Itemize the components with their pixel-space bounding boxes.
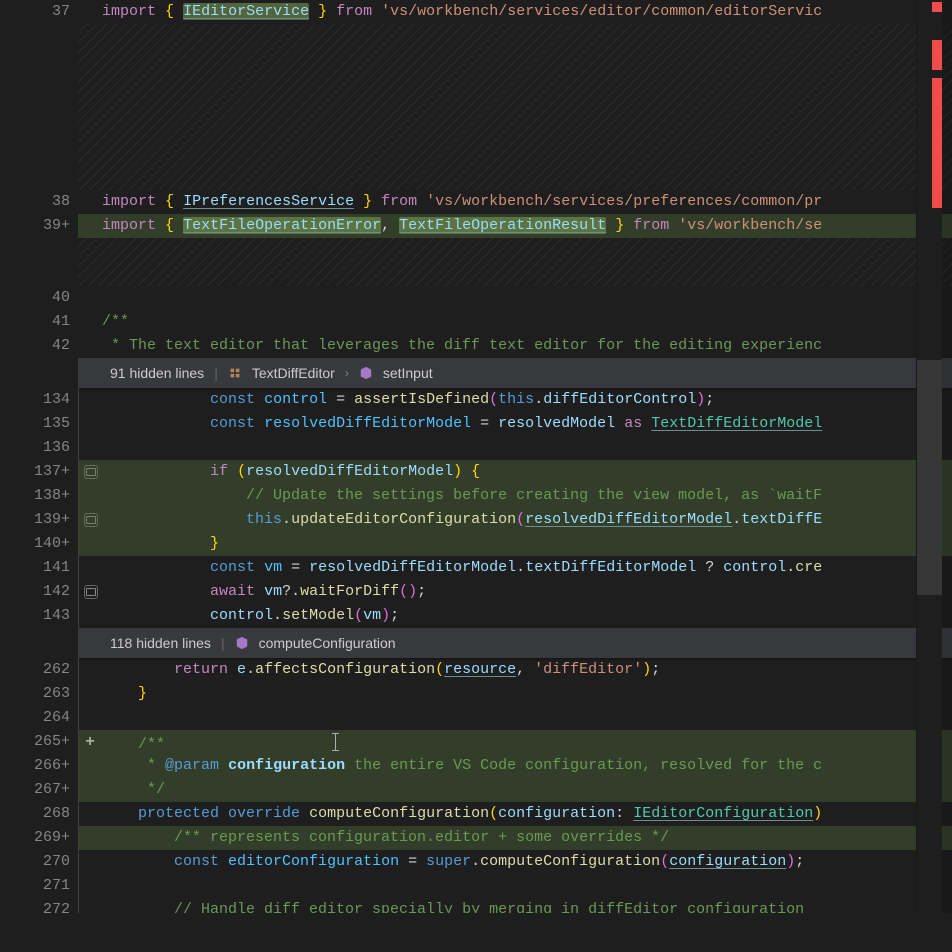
code-line[interactable]: control.setModel(vm); xyxy=(78,604,952,628)
code-line[interactable] xyxy=(78,706,952,730)
hidden-lines-text: 118 hidden lines xyxy=(110,635,211,651)
minimap-error-marker xyxy=(932,78,942,208)
line-number: 141 xyxy=(0,556,78,580)
line-number: 135 xyxy=(0,412,78,436)
code-line-added[interactable]: /** represents configuration.editor + so… xyxy=(78,826,952,850)
line-number: 39+ xyxy=(0,214,78,238)
separator: | xyxy=(221,635,225,651)
gutter-fold-row xyxy=(0,628,78,658)
code-line[interactable]: const control = assertIsDefined(this.dif… xyxy=(78,388,952,412)
code-line-added[interactable]: */ xyxy=(78,778,952,802)
line-number: 263 xyxy=(0,682,78,706)
line-number: 137+ xyxy=(0,460,78,484)
code-line[interactable] xyxy=(78,286,952,310)
scrollbar-vertical[interactable] xyxy=(942,0,952,913)
code-line[interactable]: import { IPreferencesService } from 'vs/… xyxy=(78,190,952,214)
chevron-right-icon: › xyxy=(345,366,349,380)
gutter-spacer xyxy=(0,238,78,286)
hatch-spacer xyxy=(78,24,952,190)
line-number: 42 xyxy=(0,334,78,358)
minimap-viewport[interactable] xyxy=(917,360,942,595)
line-number: 264 xyxy=(0,706,78,730)
line-number: 138+ xyxy=(0,484,78,508)
code-line-added[interactable]: // Update the settings before creating t… xyxy=(78,484,952,508)
code-line[interactable] xyxy=(78,436,952,460)
code-line[interactable] xyxy=(78,874,952,898)
hidden-lines-text: 91 hidden lines xyxy=(110,365,204,381)
gutter-fold-row xyxy=(0,358,78,388)
line-number: 142 xyxy=(0,580,78,604)
code-line[interactable]: * The text editor that leverages the dif… xyxy=(78,334,952,358)
line-number: 134 xyxy=(0,388,78,412)
code-line[interactable]: protected override computeConfiguration(… xyxy=(78,802,952,826)
gutter-spacer xyxy=(0,24,78,190)
gutter-fold-row xyxy=(0,922,78,952)
breadcrumb-class[interactable]: TextDiffEditor xyxy=(252,365,335,381)
line-number: 41 xyxy=(0,310,78,334)
code-line[interactable]: const resolvedDiffEditorModel = resolved… xyxy=(78,412,952,436)
code-line-added[interactable]: import { TextFileOperationError, TextFil… xyxy=(78,214,952,238)
line-number: 270 xyxy=(0,850,78,874)
code-line[interactable]: return e.affectsConfiguration(resource, … xyxy=(78,658,952,682)
code-line[interactable]: } xyxy=(78,682,952,706)
line-number: 139+ xyxy=(0,508,78,532)
line-number: 143 xyxy=(0,604,78,628)
line-number: 136 xyxy=(0,436,78,460)
code-content[interactable]: import { IEditorService } from 'vs/workb… xyxy=(78,0,952,913)
code-line-added[interactable]: * @param configuration the entire VS Cod… xyxy=(78,754,952,778)
line-number: 38 xyxy=(0,190,78,214)
line-number: 262 xyxy=(0,658,78,682)
code-line[interactable]: import { IEditorService } from 'vs/workb… xyxy=(78,0,952,24)
text-cursor xyxy=(335,733,336,751)
separator: | xyxy=(214,365,218,381)
code-editor[interactable]: 37 38 39+ 40 41 42 134 135 136 137+ 138+… xyxy=(0,0,952,913)
hatch-spacer xyxy=(78,238,952,286)
line-number: 272 xyxy=(0,898,78,922)
breadcrumb-method[interactable]: setInput xyxy=(383,365,433,381)
line-number: 266+ xyxy=(0,754,78,778)
line-number: 271 xyxy=(0,874,78,898)
line-number: 37 xyxy=(0,0,78,24)
code-line[interactable]: await vm?.waitForDiff(); xyxy=(78,580,952,604)
line-number: 268 xyxy=(0,802,78,826)
line-number: 40 xyxy=(0,286,78,310)
line-number: 265++ xyxy=(0,730,78,754)
code-line[interactable]: const vm = resolvedDiffEditorModel.textD… xyxy=(78,556,952,580)
line-number: 269+ xyxy=(0,826,78,850)
code-line[interactable]: const editorConfiguration = super.comput… xyxy=(78,850,952,874)
method-icon xyxy=(359,366,373,380)
breadcrumb-method[interactable]: computeConfiguration xyxy=(259,635,396,651)
code-line-added[interactable]: } xyxy=(78,532,952,556)
line-number: 267+ xyxy=(0,778,78,802)
code-line[interactable]: // Handle diff editor specially by mergi… xyxy=(78,898,952,913)
method-icon xyxy=(235,636,249,650)
code-line[interactable]: /** xyxy=(78,310,952,334)
line-gutter: 37 38 39+ 40 41 42 134 135 136 137+ 138+… xyxy=(0,0,78,913)
minimap-error-marker xyxy=(932,40,942,70)
class-icon xyxy=(228,366,242,380)
line-number: 140+ xyxy=(0,532,78,556)
minimap-error-marker xyxy=(932,2,942,12)
minimap[interactable] xyxy=(916,0,942,913)
code-line-added[interactable]: /** xyxy=(78,730,952,754)
code-line-added[interactable]: if (resolvedDiffEditorModel) { xyxy=(78,460,952,484)
folded-region-bar[interactable]: 91 hidden lines | TextDiffEditor › setIn… xyxy=(78,358,952,388)
folded-region-bar[interactable]: 118 hidden lines | computeConfiguration xyxy=(78,628,952,658)
code-line-added[interactable]: this.updateEditorConfiguration(resolvedD… xyxy=(78,508,952,532)
